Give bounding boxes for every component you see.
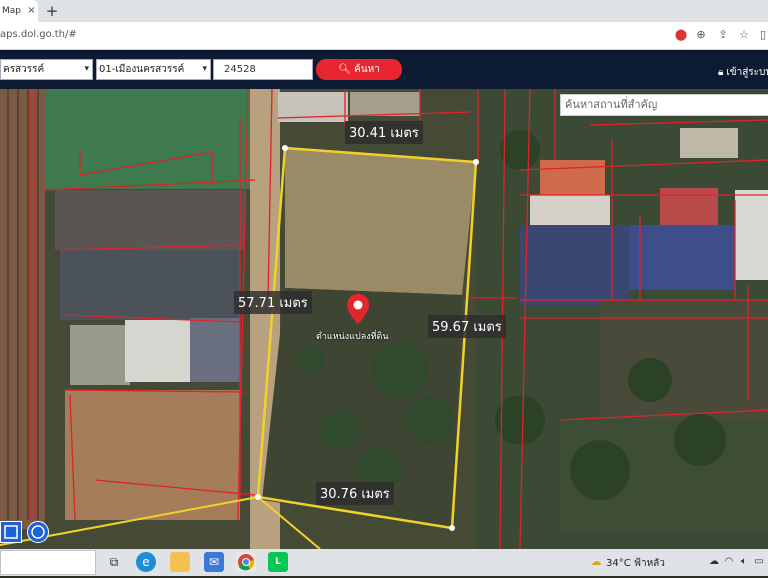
wifi-icon[interactable]: ◠ bbox=[723, 556, 735, 568]
file-explorer-icon[interactable] bbox=[170, 552, 190, 572]
distance-label-right: 59.67 เมตร bbox=[428, 315, 506, 338]
address-bar: aps.dol.go.th/# ⬤ ⊕ ⇪ ☆ ▯ bbox=[0, 22, 768, 50]
search-icon: 🔍︎ bbox=[338, 64, 351, 75]
distance-label-top: 30.41 เมตร bbox=[345, 121, 423, 144]
tab-title: Map bbox=[2, 6, 21, 16]
province-select-value: ครสวรรค์ bbox=[3, 64, 45, 75]
edge-browser-icon[interactable]: e bbox=[136, 552, 156, 572]
bookmark-star-icon[interactable]: ☆ bbox=[737, 28, 751, 42]
weather-text[interactable]: 34°C ฟ้าหลัว bbox=[606, 556, 665, 571]
chevron-down-icon: ▾ bbox=[84, 64, 89, 74]
poi-search-input[interactable]: ค้นหาสถานที่สำคัญ bbox=[560, 94, 768, 116]
url-field[interactable]: aps.dol.go.th/# bbox=[0, 29, 77, 40]
windows-taskbar: ⧉ e ✉ L ☁ 34°C ฟ้าหลัว ☁ ◠ 🔈︎ ▭ bbox=[0, 549, 768, 576]
cloud-icon[interactable]: ☁ bbox=[708, 556, 720, 568]
draw-polygon-button[interactable] bbox=[0, 521, 22, 543]
extension-icon[interactable]: ⬤ bbox=[674, 28, 688, 42]
search-button[interactable]: 🔍︎ ค้นหา bbox=[316, 59, 402, 80]
map-canvas[interactable]: ค้นหาสถานที่สำคัญ 30.41 เมตร 57.71 เมตร … bbox=[0, 89, 768, 549]
chrome-icon[interactable] bbox=[236, 552, 256, 572]
mail-icon[interactable]: ✉ bbox=[204, 552, 224, 572]
zoom-icon[interactable]: ⊕ bbox=[694, 28, 708, 42]
browser-tab-bar: Map × + bbox=[0, 0, 768, 22]
close-icon[interactable]: × bbox=[26, 5, 37, 16]
new-tab-button[interactable]: + bbox=[44, 2, 60, 20]
distance-label-bottom: 30.76 เมตร bbox=[316, 482, 394, 505]
chevron-down-icon: ▾ bbox=[202, 64, 207, 74]
distance-label-left: 57.71 เมตร bbox=[234, 291, 312, 314]
share-icon[interactable]: ⇪ bbox=[716, 28, 730, 42]
district-select-value: 01-เมืองนครสวรรค์ bbox=[99, 64, 185, 75]
browser-tab[interactable]: Map × bbox=[0, 0, 38, 22]
draw-polygon-icon bbox=[4, 525, 18, 539]
draw-circle-icon bbox=[31, 525, 45, 539]
lock-icon: 🔒︎ bbox=[718, 67, 724, 78]
province-select[interactable]: ครสวรรค์ ▾ bbox=[0, 59, 93, 80]
district-select[interactable]: 01-เมืองนครสวรรค์ ▾ bbox=[96, 59, 211, 80]
weather-icon[interactable]: ☁ bbox=[590, 556, 602, 568]
taskbar-search-box[interactable] bbox=[0, 550, 96, 575]
line-app-icon[interactable]: L bbox=[268, 552, 288, 572]
chrome-logo bbox=[238, 554, 255, 571]
draw-circle-button[interactable] bbox=[27, 521, 49, 543]
extensions-puzzle-icon[interactable]: ▯ bbox=[756, 28, 768, 42]
volume-icon[interactable]: 🔈︎ bbox=[738, 556, 750, 568]
login-link[interactable]: 🔒︎ เข้าสู่ระบบ bbox=[718, 65, 768, 80]
map-pin-icon[interactable] bbox=[346, 293, 370, 325]
pin-label: ตำแหน่งแปลงที่ดิน bbox=[316, 332, 389, 342]
search-button-label: ค้นหา bbox=[354, 64, 380, 75]
parcel-number-input[interactable]: 24528 bbox=[213, 59, 313, 80]
task-view-icon[interactable]: ⧉ bbox=[104, 552, 124, 572]
satellite-imagery bbox=[0, 89, 768, 549]
battery-icon[interactable]: ▭ bbox=[753, 556, 765, 568]
app-nav-bar: ครสวรรค์ ▾ 01-เมืองนครสวรรค์ ▾ 24528 🔍︎ … bbox=[0, 50, 768, 89]
login-label: เข้าสู่ระบบ bbox=[726, 67, 768, 78]
